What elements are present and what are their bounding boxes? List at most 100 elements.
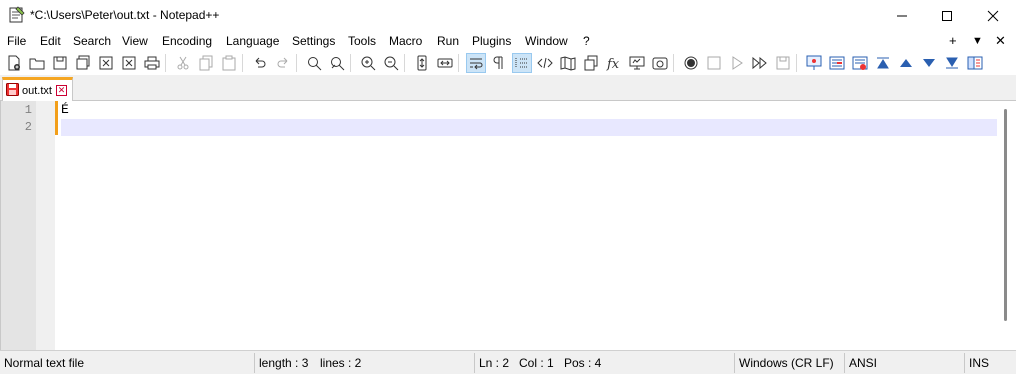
zoom-out-button[interactable] <box>381 53 401 73</box>
zoom-in-button[interactable] <box>358 53 378 73</box>
menu-file[interactable]: File <box>7 34 26 48</box>
menu-edit[interactable]: Edit <box>40 34 61 48</box>
indent-guide-button[interactable] <box>512 53 532 73</box>
vertical-scrollbar[interactable] <box>997 101 1016 350</box>
status-pos: Pos : 4 <box>564 356 602 370</box>
sync-horizontal-icon <box>437 58 453 68</box>
toolbar-separator <box>796 54 797 72</box>
toolbar-separator <box>673 54 674 72</box>
status-bar: Normal text file length : 3 lines : 2 Ln… <box>0 350 1016 374</box>
save-icon <box>53 56 67 70</box>
run-macro-multiple-icon <box>752 56 767 70</box>
prev-diff-icon <box>900 59 912 67</box>
first-diff-icon <box>877 57 889 69</box>
menu-tools[interactable]: Tools <box>348 34 376 48</box>
spell-check-button[interactable] <box>804 53 824 73</box>
status-lines: lines : 2 <box>320 356 362 370</box>
word-wrap-button[interactable] <box>466 53 486 73</box>
record-macro-icon <box>684 56 698 70</box>
prev-diff-button[interactable] <box>896 53 916 73</box>
compare-button[interactable] <box>827 53 847 73</box>
document-map-button[interactable] <box>558 53 578 73</box>
zoom-in-icon <box>361 56 376 71</box>
menu-window[interactable]: Window <box>525 34 568 48</box>
document-list-button[interactable] <box>581 53 601 73</box>
monitoring-button[interactable] <box>627 53 647 73</box>
paste-button[interactable] <box>219 53 239 73</box>
menu-search[interactable]: Search <box>73 34 111 48</box>
toolbar: fx <box>0 51 1016 75</box>
print-button[interactable] <box>142 53 162 73</box>
first-diff-button[interactable] <box>873 53 893 73</box>
menu-encoding[interactable]: Encoding <box>162 34 212 48</box>
nav-bar-button[interactable] <box>965 53 985 73</box>
undo-button[interactable] <box>250 53 270 73</box>
code-line[interactable]: É <box>61 102 69 117</box>
scrollbar-thumb[interactable] <box>1004 109 1007 321</box>
panel-button[interactable] <box>650 53 670 73</box>
record-macro-button[interactable] <box>681 53 701 73</box>
toolbar-separator <box>242 54 243 72</box>
notepad-plus-plus-icon <box>8 6 26 24</box>
play-macro-button[interactable] <box>727 53 747 73</box>
function-list-button[interactable]: fx <box>604 53 624 73</box>
menu-language[interactable]: Language <box>226 34 279 48</box>
tab-out-txt[interactable]: out.txt ✕ <box>2 77 73 101</box>
save-button[interactable] <box>50 53 70 73</box>
cut-button[interactable] <box>173 53 193 73</box>
undo-icon <box>255 57 266 68</box>
status-divider <box>474 353 475 373</box>
close-all-icon <box>122 56 136 70</box>
next-diff-button[interactable] <box>919 53 939 73</box>
menu-settings[interactable]: Settings <box>292 34 335 48</box>
last-diff-button[interactable] <box>942 53 962 73</box>
status-ln: Ln : 2 <box>479 356 510 370</box>
menu-view[interactable]: View <box>122 34 148 48</box>
maximize-button[interactable] <box>924 0 970 31</box>
sync-vertical-button[interactable] <box>412 53 432 73</box>
copy-button[interactable] <box>196 53 216 73</box>
compare-icon <box>829 56 845 70</box>
tab-close-icon[interactable]: ✕ <box>55 85 67 96</box>
menu-help[interactable]: ? <box>583 34 590 48</box>
close-tab-menu-button[interactable]: ✕ <box>995 33 1006 49</box>
run-macro-multiple-button[interactable] <box>750 53 770 73</box>
new-file-button[interactable] <box>4 53 24 73</box>
replace-button[interactable] <box>327 53 347 73</box>
title-bar: *C:\Users\Peter\out.txt - Notepad++ <box>0 0 1016 31</box>
save-macro-button[interactable] <box>773 53 793 73</box>
show-all-chars-button[interactable] <box>489 53 509 73</box>
redo-button[interactable] <box>273 53 293 73</box>
copy-icon <box>199 55 213 71</box>
menu-macro[interactable]: Macro <box>389 34 422 48</box>
code-area[interactable]: É <box>61 101 997 350</box>
status-encoding[interactable]: ANSI <box>849 356 877 370</box>
menu-bar: File Edit Search View Encoding Language … <box>0 31 1016 51</box>
line-number: 2 <box>24 120 32 134</box>
find-button[interactable] <box>304 53 324 73</box>
open-file-icon <box>29 58 45 70</box>
menu-plugins[interactable]: Plugins <box>472 34 511 48</box>
stop-record-button[interactable] <box>704 53 724 73</box>
close-icon <box>987 10 999 21</box>
svg-text:fx: fx <box>606 57 620 71</box>
editor[interactable]: 1 2 É <box>0 101 1016 350</box>
window-title: *C:\Users\Peter\out.txt - Notepad++ <box>30 8 220 22</box>
close-all-button[interactable] <box>119 53 139 73</box>
tab-list-button[interactable]: ▼ <box>972 35 983 47</box>
document-map-icon <box>560 56 576 71</box>
status-insert-mode[interactable]: INS <box>969 356 989 370</box>
fold-margin[interactable] <box>36 101 55 350</box>
save-all-button[interactable] <box>73 53 93 73</box>
sync-horizontal-button[interactable] <box>435 53 455 73</box>
open-file-button[interactable] <box>27 53 47 73</box>
minimize-button[interactable] <box>879 0 925 31</box>
new-tab-button[interactable]: + <box>949 33 957 48</box>
compare-clear-button[interactable] <box>850 53 870 73</box>
menu-run[interactable]: Run <box>437 34 459 48</box>
cut-icon <box>177 56 189 70</box>
close-button[interactable] <box>96 53 116 73</box>
status-eol[interactable]: Windows (CR LF) <box>739 356 834 370</box>
close-window-button[interactable] <box>970 0 1016 31</box>
xml-tag-button[interactable] <box>535 53 555 73</box>
